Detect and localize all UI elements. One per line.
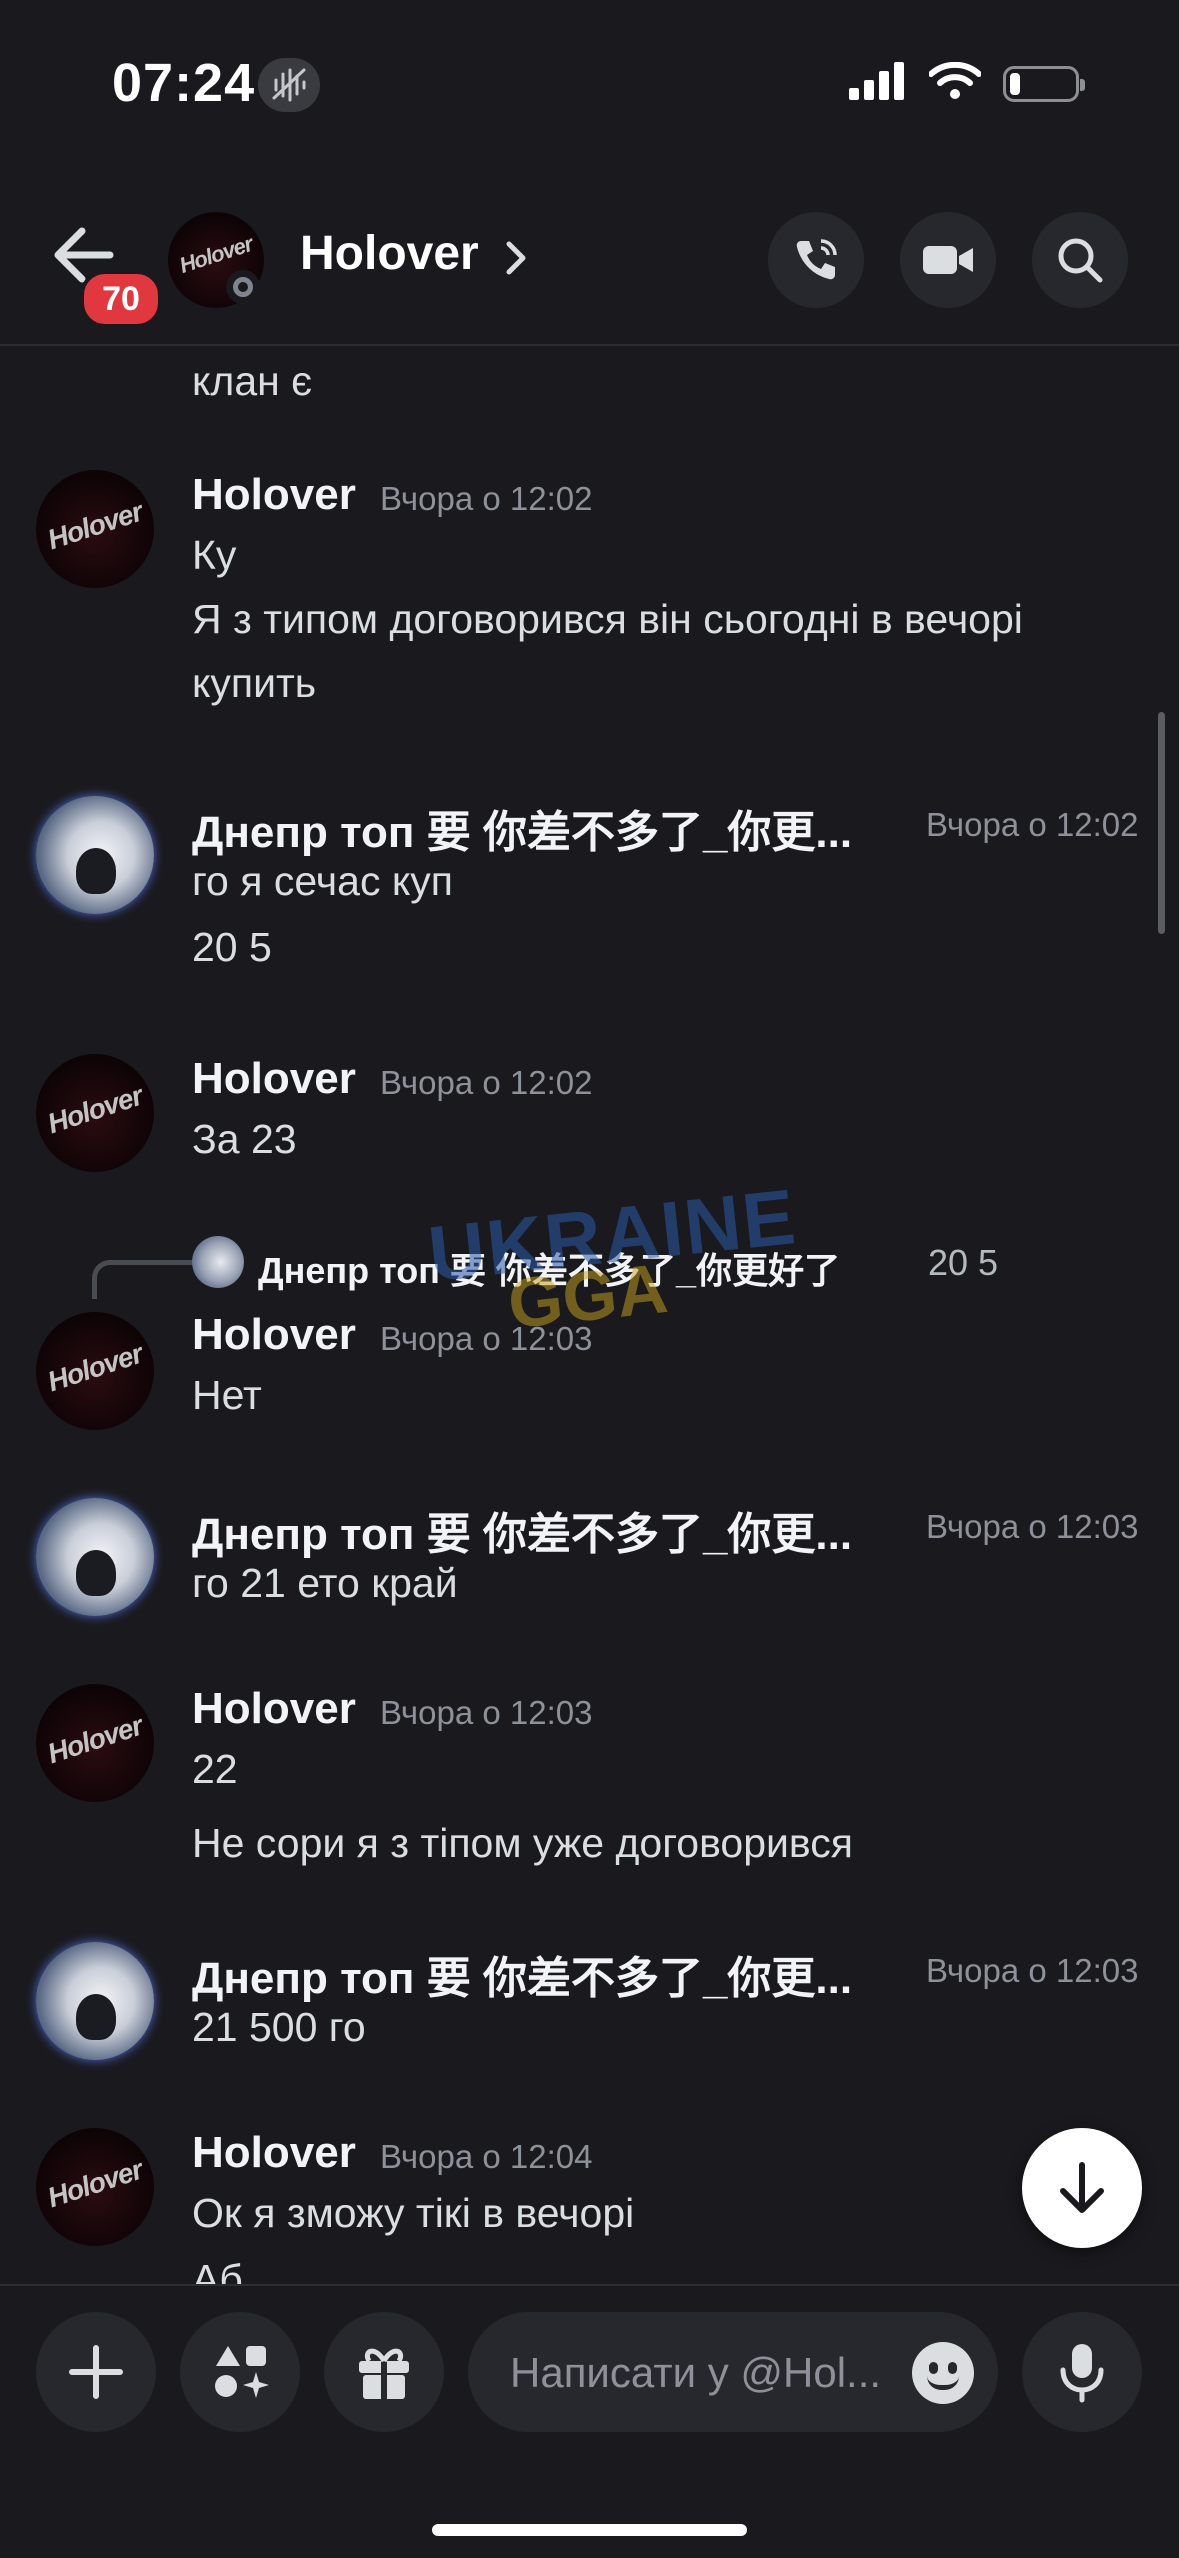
search-icon	[1058, 238, 1103, 283]
timestamp: Вчора о 12:02	[380, 480, 593, 517]
message-line: Ку	[192, 532, 237, 578]
message-line: Я з типом договорився він сьогодні в веч…	[192, 596, 1023, 642]
scrollbar[interactable]	[1158, 712, 1165, 934]
reply-connector	[92, 1260, 193, 1299]
message-line: клан є	[192, 358, 313, 404]
username[interactable]: Днепр топ 要 你差不多了_你更...	[192, 1942, 852, 2006]
gift-icon	[359, 2348, 409, 2399]
status-bar: 07:24	[0, 0, 1179, 170]
timestamp: Вчора о 12:03	[926, 1508, 1139, 1545]
emoji-icon[interactable]	[912, 2342, 974, 2404]
plus-icon	[69, 2345, 123, 2399]
voice-message-button[interactable]	[1022, 2312, 1142, 2432]
message-line: го я сечас куп	[192, 858, 453, 904]
username[interactable]: Днепр топ 要 你差不多了_你更...	[192, 796, 852, 860]
video-call-button[interactable]	[900, 212, 996, 308]
message-line: Аб...	[192, 2256, 278, 2284]
user-avatar[interactable]	[36, 796, 154, 914]
status-time: 07:24	[112, 53, 256, 113]
gift-button[interactable]	[324, 2312, 444, 2432]
dm-header: 70 Holover Holover	[0, 170, 1179, 346]
reply-avatar	[192, 1236, 244, 1288]
arrow-down-icon	[1060, 2162, 1104, 2213]
timestamp: Вчора о 12:04	[380, 2138, 593, 2175]
username[interactable]: Holover	[192, 2128, 356, 2178]
jump-to-present-button[interactable]	[1022, 2128, 1142, 2248]
message-line: За 23	[192, 1116, 297, 1162]
user-avatar[interactable]: Holover	[36, 1684, 154, 1802]
username[interactable]: Holover	[192, 1310, 356, 1360]
timestamp: Вчора о 12:03	[380, 1694, 593, 1731]
timestamp: Вчора о 12:02	[380, 1064, 593, 1101]
offline-status-icon	[226, 270, 260, 304]
message-text-field[interactable]	[508, 2312, 892, 2434]
user-avatar[interactable]	[36, 1942, 154, 2060]
audio-mute-icon	[258, 58, 320, 112]
username[interactable]: Holover	[192, 1054, 356, 1104]
timestamp: Вчора о 12:02	[926, 806, 1139, 843]
wifi-icon	[928, 61, 982, 105]
composer-bar	[0, 2284, 1179, 2558]
message-line: купить	[192, 660, 317, 706]
apps-icon	[215, 2346, 269, 2398]
message-line: го 21 ето край	[192, 1560, 458, 1606]
user-avatar[interactable]: Holover	[36, 2128, 154, 2246]
microphone-icon	[1060, 2344, 1104, 2403]
phone-icon	[796, 239, 837, 280]
chevron-right-icon[interactable]	[504, 240, 528, 276]
user-avatar[interactable]	[36, 1498, 154, 1616]
message-line: Не сори я з тіпом уже договорився	[192, 1820, 853, 1866]
cellular-signal-icon	[849, 62, 907, 105]
message-line: 22	[192, 1746, 238, 1792]
add-attachment-button[interactable]	[36, 2312, 156, 2432]
voice-call-button[interactable]	[768, 212, 864, 308]
user-avatar[interactable]: Holover	[36, 1054, 154, 1172]
channel-title[interactable]: Holover	[300, 226, 479, 281]
unread-badge: 70	[80, 270, 162, 328]
user-avatar[interactable]: Holover	[36, 470, 154, 588]
apps-button[interactable]	[180, 2312, 300, 2432]
username[interactable]: Holover	[192, 470, 356, 520]
watermark-logo-sub: GGA	[504, 1248, 672, 1344]
message-line: 20 5	[192, 924, 272, 970]
search-button[interactable]	[1032, 212, 1128, 308]
message-input[interactable]	[468, 2312, 998, 2434]
username[interactable]: Днепр топ 要 你差不多了_你更...	[192, 1498, 852, 1562]
message-line: Ок я зможу тікі в вечорі	[192, 2190, 635, 2236]
username[interactable]: Holover	[192, 1684, 356, 1734]
message-line: Нет	[192, 1372, 262, 1418]
home-indicator[interactable]	[432, 2524, 747, 2536]
user-avatar[interactable]: Holover	[36, 1312, 154, 1430]
message-line: 21 500 го	[192, 2004, 366, 2050]
timestamp: Вчора о 12:03	[926, 1952, 1139, 1989]
reply-preview[interactable]: 20 5	[928, 1242, 998, 1284]
video-camera-icon	[923, 246, 973, 274]
battery-icon	[1003, 65, 1085, 102]
